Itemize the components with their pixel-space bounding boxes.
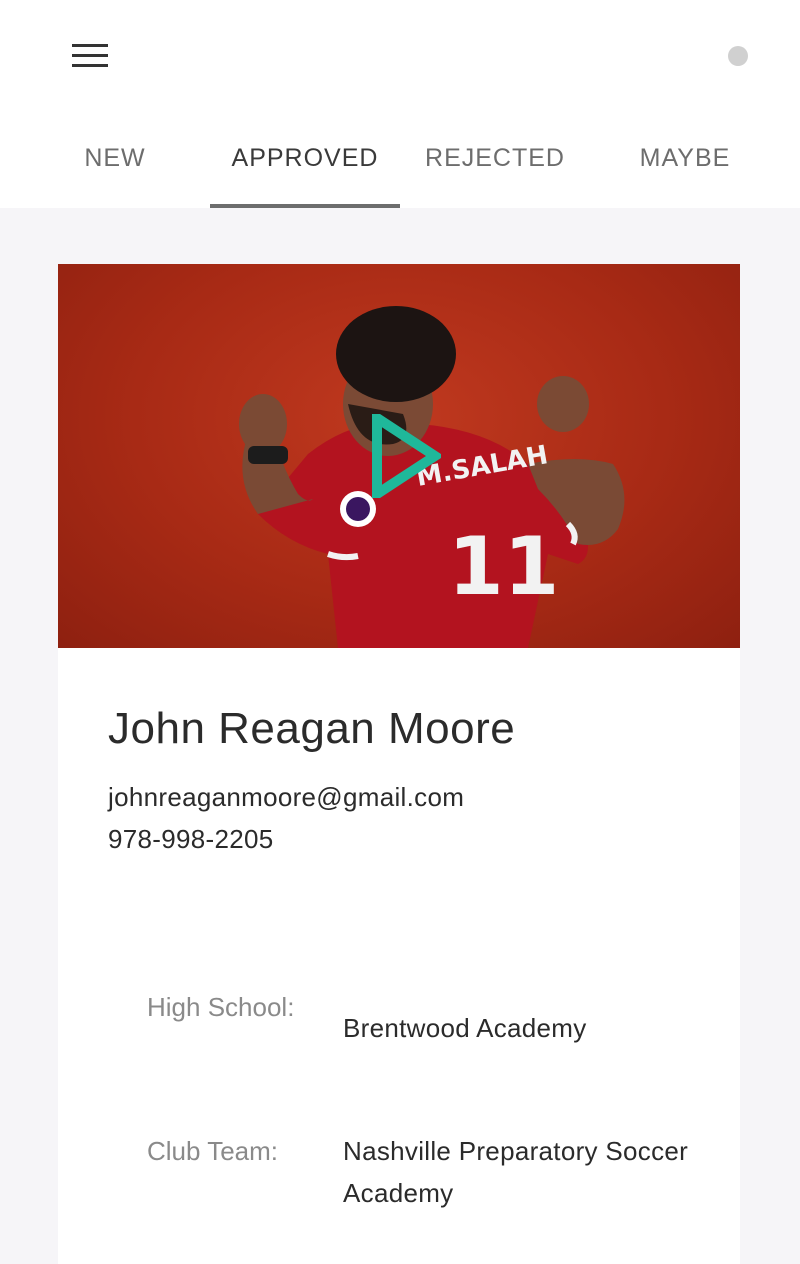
player-email[interactable]: johnreaganmoore@gmail.com: [108, 782, 464, 813]
top-bar: NEW APPROVED REJECTED MAYBE: [0, 0, 800, 208]
menu-line: [72, 64, 108, 67]
detail-value: Brentwood Academy: [343, 1013, 587, 1043]
svg-text:11: 11: [448, 520, 559, 613]
detail-label: High School:: [147, 992, 295, 1022]
tab-approved[interactable]: APPROVED: [210, 128, 400, 208]
tab-maybe[interactable]: MAYBE: [590, 128, 780, 208]
video-thumbnail[interactable]: 11 M.SALAH: [58, 264, 740, 648]
player-name: John Reagan Moore: [108, 704, 516, 753]
detail-label: Club Team:: [147, 1136, 279, 1166]
menu-line: [72, 54, 108, 57]
tab-new[interactable]: NEW: [20, 128, 210, 208]
player-phone[interactable]: 978-998-2205: [108, 824, 274, 855]
menu-line: [72, 44, 108, 47]
detail-value: Nashville Preparatory Soccer Academy: [343, 1136, 689, 1208]
play-icon[interactable]: [371, 414, 441, 498]
hamburger-menu-icon[interactable]: [70, 42, 110, 70]
tab-bar: NEW APPROVED REJECTED MAYBE: [20, 128, 780, 208]
tab-rejected[interactable]: REJECTED: [400, 128, 590, 208]
profile-card: 11 M.SALAH John Reagan Moore johnreaganm…: [58, 264, 740, 1264]
status-dot-icon: [728, 46, 748, 66]
